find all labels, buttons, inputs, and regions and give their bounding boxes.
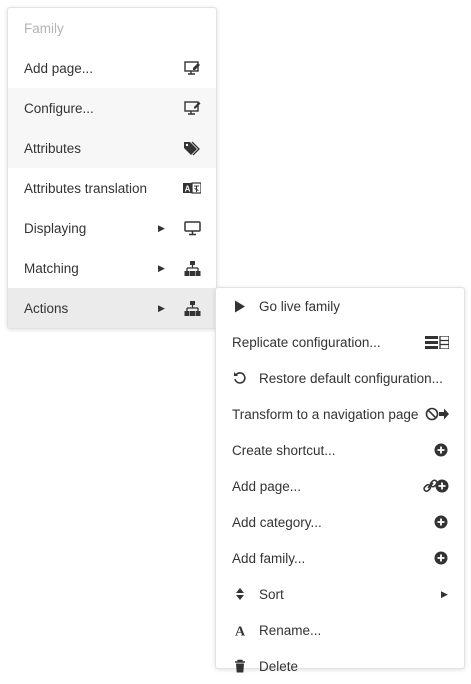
- svg-text:A: A: [235, 625, 246, 638]
- plus-circle-icon: [419, 549, 449, 567]
- menu-item-displaying[interactable]: Displaying ▶: [8, 208, 216, 248]
- menu-item-label: Displaying: [24, 220, 87, 236]
- menu-item-label: Replicate configuration...: [232, 334, 381, 350]
- caret-right-icon: ▶: [158, 222, 165, 233]
- menu-item-label: Add page...: [24, 60, 94, 76]
- plus-circle-icon: [419, 441, 449, 459]
- menu-item-label: Transform to a navigation page: [232, 406, 419, 422]
- plus-circle-icon: [419, 513, 449, 531]
- replicate-icon: [419, 333, 449, 351]
- link-plus-icon: [419, 477, 449, 495]
- sitemap-icon: [181, 299, 203, 317]
- play-icon: [232, 298, 248, 314]
- menu-item-label: Configure...: [24, 100, 94, 116]
- trash-icon: [232, 658, 248, 674]
- menu-item-add-page[interactable]: Add page...: [8, 48, 216, 88]
- menu-item-restore-default-configuration[interactable]: Restore default configuration...: [216, 360, 464, 396]
- sort-icon: [232, 586, 248, 602]
- menu-item-create-shortcut[interactable]: Create shortcut...: [216, 432, 464, 468]
- ban-arrow-icon: [419, 405, 449, 423]
- menu-item-label: Restore default configuration...: [259, 370, 443, 386]
- menu-item-matching[interactable]: Matching ▶: [8, 248, 216, 288]
- actions-submenu: Go live family Replicate configuration..…: [215, 287, 465, 674]
- menu-item-attributes-translation[interactable]: Attributes translation A: [8, 168, 216, 208]
- menu-item-go-live-family[interactable]: Go live family: [216, 288, 464, 324]
- menu-item-rename[interactable]: A Rename...: [216, 612, 464, 648]
- menu-item-actions[interactable]: Actions ▶: [8, 288, 216, 328]
- menu-item-label: Attributes translation: [24, 180, 148, 196]
- menu-item-replicate-configuration[interactable]: Replicate configuration...: [216, 324, 464, 360]
- menu-item-label: Matching: [24, 260, 79, 276]
- menu-item-attributes[interactable]: Attributes: [8, 128, 216, 168]
- menu-item-add-page[interactable]: Add page...: [216, 468, 464, 504]
- caret-right-icon: ▶: [158, 302, 165, 313]
- tags-icon: [181, 139, 203, 157]
- caret-right-icon: ▶: [158, 262, 165, 273]
- menu-item-label: Add category...: [232, 514, 322, 530]
- undo-icon: [232, 370, 248, 386]
- translate-icon: A: [181, 179, 203, 197]
- menu-item-label: Delete: [259, 658, 299, 674]
- menu-header: Family: [24, 20, 64, 36]
- menu-item-transform-to-navigation-page[interactable]: Transform to a navigation page: [216, 396, 464, 432]
- font-icon: A: [232, 622, 248, 638]
- family-context-menu: Family Add page... Configure... Attribut…: [7, 7, 217, 329]
- menu-item-label: Rename...: [259, 622, 322, 638]
- menu-item-label: Sort: [259, 586, 284, 602]
- menu-item-label: Create shortcut...: [232, 442, 336, 458]
- sitemap-icon: [181, 259, 203, 277]
- menu-item-label: Add page...: [232, 478, 302, 494]
- svg-text:A: A: [185, 185, 191, 194]
- menu-item-add-category[interactable]: Add category...: [216, 504, 464, 540]
- menu-item-label: Go live family: [259, 298, 341, 314]
- configure-icon: [181, 99, 203, 117]
- menu-item-delete[interactable]: Delete: [216, 648, 464, 684]
- menu-item-configure[interactable]: Configure...: [8, 88, 216, 128]
- menu-item-label: Add family...: [232, 550, 306, 566]
- monitor-icon: [181, 219, 203, 237]
- add-page-icon: [181, 59, 203, 77]
- menu-item-label: Actions: [24, 300, 69, 316]
- menu-item-add-family[interactable]: Add family...: [216, 540, 464, 576]
- menu-item-sort[interactable]: Sort ▶: [216, 576, 464, 612]
- caret-right-icon: ▶: [441, 588, 448, 599]
- menu-item-label: Attributes: [24, 140, 82, 156]
